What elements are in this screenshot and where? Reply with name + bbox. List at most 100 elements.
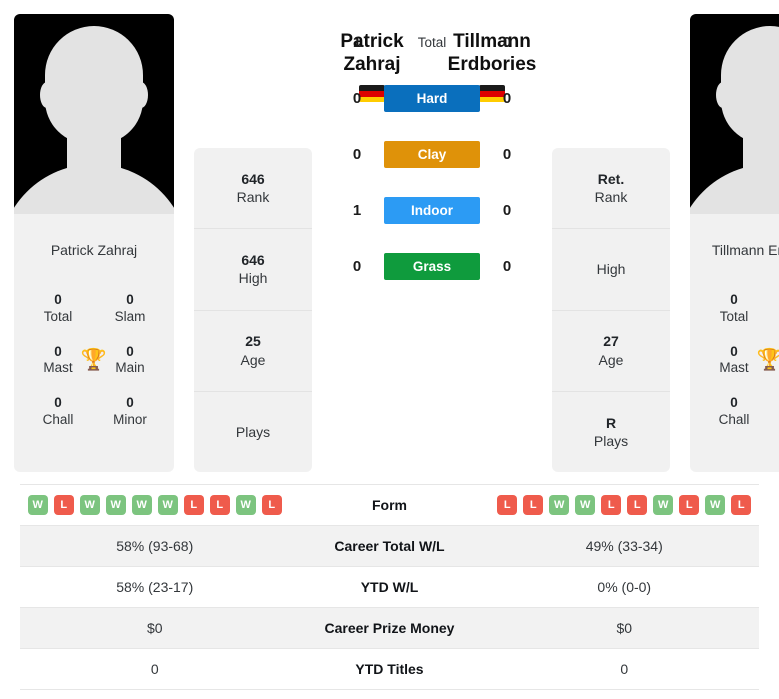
form-badge-w: W <box>131 495 152 515</box>
h2h-total-right-score: 0 <box>502 33 512 51</box>
table-row-form-label: Form <box>372 497 407 513</box>
silhouette-body-icon <box>14 164 174 214</box>
h2h-total-left-score: 1 <box>352 33 362 51</box>
form-badge-w: W <box>79 495 100 515</box>
h2h-hard-label[interactable]: Hard <box>384 84 480 112</box>
left-career-total-wl: 58% (93-68) <box>116 538 194 554</box>
right-high-label: High <box>596 261 626 278</box>
table-row-ytd-titles: 0 YTD Titles 0 <box>20 649 759 690</box>
right-age-cell: 27 Age <box>552 311 670 392</box>
table-row-ytd-titles-label: YTD Titles <box>355 661 424 677</box>
left-title-main: 0 Main <box>104 344 156 378</box>
h2h-clay-label[interactable]: Clay <box>384 140 480 168</box>
right-player-titles: 0 Total 0 Slam 0 Mast 🏆 0 <box>690 259 779 472</box>
left-ytd-titles: 0 <box>150 661 159 677</box>
left-title-slam: 0 Slam <box>104 292 156 326</box>
silhouette-ear-left-icon <box>716 82 730 108</box>
right-title-mast-value: 0 <box>730 343 738 359</box>
h2h-row-clay: 0 Clay 0 <box>347 126 517 182</box>
right-title-total: 0 Total <box>708 292 760 326</box>
left-titles-row-3: 0 Chall 0 Minor <box>22 386 166 438</box>
form-badge-l: L <box>209 495 230 515</box>
left-title-chall-label: Chall <box>42 412 74 428</box>
player-comparison-page: Patrick Zahraj 0 Total 0 Slam 0 Mast 🏆 0… <box>0 0 779 699</box>
table-row-career-total-wl-label: Career Total W/L <box>334 538 445 554</box>
h2h-indoor-label[interactable]: Indoor <box>384 196 480 224</box>
left-player-card-name: Patrick Zahraj <box>50 242 138 258</box>
left-player-titles: 0 Total 0 Slam 0 Mast 🏆 0 Main 0 Chall 0… <box>14 259 174 472</box>
center-column: Patrick Zahraj Tillmann Erdbories 1 Tota… <box>312 14 552 280</box>
left-ytd-wl: 58% (23-17) <box>116 579 194 595</box>
right-title-chall: 0 Chall <box>708 395 760 429</box>
h2h-grass-left-score: 0 <box>352 257 362 275</box>
right-rank-label: Rank <box>594 189 628 206</box>
left-age-label: Age <box>240 351 266 368</box>
form-badge-w: W <box>235 495 256 515</box>
right-age-value: 27 <box>603 333 619 350</box>
left-title-total-value: 0 <box>54 291 62 307</box>
table-row-career-total-wl: 58% (93-68) Career Total W/L 49% (33-34) <box>20 526 759 567</box>
table-row-ytd-wl-label: YTD W/L <box>360 579 419 595</box>
h2h-clay-right-score: 0 <box>502 145 512 163</box>
h2h-row-hard: 0 Hard 0 <box>347 70 517 126</box>
form-badge-l: L <box>497 495 518 515</box>
right-titles-row-3: 0 Chall 0 Minor <box>698 386 779 438</box>
silhouette-ear-right-icon <box>134 82 148 108</box>
right-career-prize-money: $0 <box>616 620 633 636</box>
right-title-mast: 0 Mast <box>708 344 760 378</box>
left-rank-cell: 646 Rank <box>194 148 312 230</box>
left-title-total-label: Total <box>43 308 73 324</box>
left-age-cell: 25 Age <box>194 311 312 392</box>
left-high-cell: 646 High <box>194 229 312 311</box>
right-titles-row-2: 0 Mast 🏆 0 Main <box>698 335 779 387</box>
table-row-ytd-wl: 58% (23-17) YTD W/L 0% (0-0) <box>20 567 759 608</box>
left-title-chall-value: 0 <box>54 395 62 411</box>
form-badge-l: L <box>601 495 622 515</box>
form-badge-l: L <box>261 495 282 515</box>
h2h-hard-right-score: 0 <box>502 89 512 107</box>
right-plays-cell: R Plays <box>552 392 670 472</box>
left-title-main-label: Main <box>115 360 145 376</box>
left-title-mast: 0 Mast <box>32 344 84 378</box>
right-title-total-label: Total <box>719 308 749 324</box>
form-badge-l: L <box>53 495 74 515</box>
left-title-total: 0 Total <box>32 292 84 326</box>
left-career-prize-money: $0 <box>146 620 163 636</box>
left-title-main-value: 0 <box>126 343 134 359</box>
form-badge-w: W <box>105 495 126 515</box>
right-career-total-wl: 49% (33-34) <box>585 538 663 554</box>
left-high-value: 646 <box>241 252 265 269</box>
h2h-row-total: 1 Total 0 <box>347 14 517 70</box>
left-high-label: High <box>238 270 268 287</box>
left-plays-label: Plays <box>235 423 271 440</box>
h2h-row-indoor: 1 Indoor 0 <box>347 182 517 238</box>
form-badge-l: L <box>523 495 544 515</box>
form-badge-l: L <box>679 495 700 515</box>
left-age-value: 25 <box>245 333 261 350</box>
right-age-label: Age <box>598 351 624 368</box>
left-title-slam-value: 0 <box>126 291 134 307</box>
right-title-chall-label: Chall <box>718 412 750 428</box>
h2h-grass-label[interactable]: Grass <box>384 252 480 280</box>
left-title-chall: 0 Chall <box>32 395 84 429</box>
left-title-minor-label: Minor <box>113 412 147 428</box>
left-title-minor-value: 0 <box>126 395 134 411</box>
h2h-hard-left-score: 0 <box>352 89 362 107</box>
comparison-top-area: Patrick Zahraj 0 Total 0 Slam 0 Mast 🏆 0… <box>0 0 779 478</box>
form-badge-l: L <box>627 495 648 515</box>
right-player-card[interactable]: Tillmann Erdbories 0 Total 0 Slam 0 Mas <box>690 14 779 472</box>
left-player-card[interactable]: Patrick Zahraj 0 Total 0 Slam 0 Mast 🏆 0… <box>14 14 174 472</box>
head-to-head-panel: 1 Total 0 0 Hard 0 0 Clay 0 1 Indoor 0 0… <box>347 14 517 294</box>
left-title-mast-label: Mast <box>43 360 73 376</box>
left-titles-row-1: 0 Total 0 Slam <box>22 283 166 335</box>
left-titles-row-2: 0 Mast 🏆 0 Main <box>22 335 166 387</box>
comparison-stats-table: WLWWWWLLWL Form LLWWLLWLWL 58% (93-68) C… <box>20 484 759 690</box>
form-badge-w: W <box>27 495 48 515</box>
table-row-career-prize-money-label: Career Prize Money <box>324 620 455 636</box>
form-badge-l: L <box>731 495 752 515</box>
h2h-clay-left-score: 0 <box>352 145 362 163</box>
silhouette-head-icon <box>721 26 779 144</box>
table-row-form: WLWWWWLLWL Form LLWWLLWLWL <box>20 485 759 526</box>
silhouette-head-icon <box>45 26 143 144</box>
h2h-indoor-right-score: 0 <box>502 201 512 219</box>
